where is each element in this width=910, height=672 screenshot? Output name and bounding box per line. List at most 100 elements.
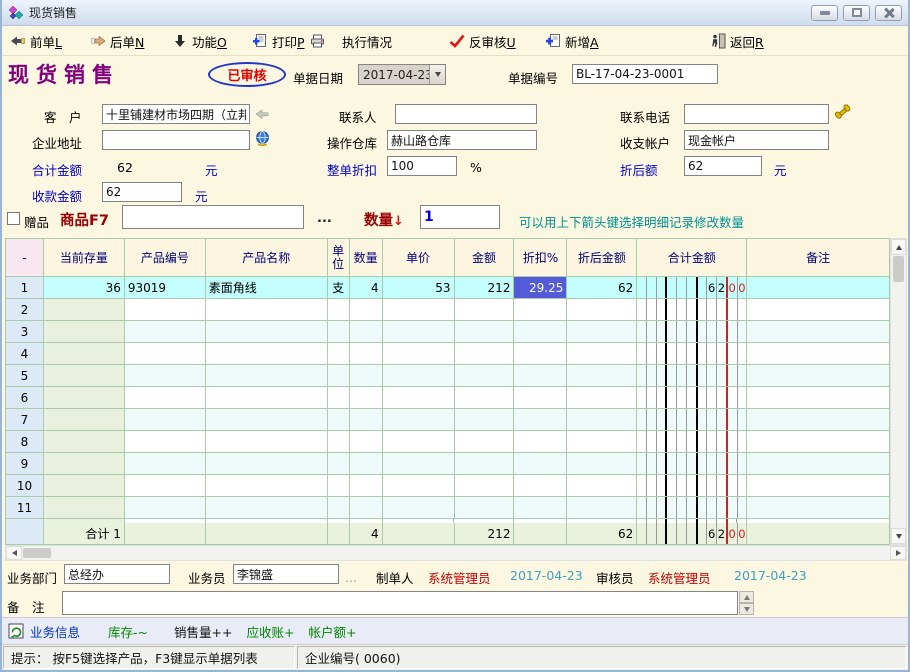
- total-label[interactable]: 合计 1: [44, 523, 125, 545]
- chevron-down-icon[interactable]: [429, 65, 445, 84]
- table-cell[interactable]: [44, 409, 125, 431]
- table-cell[interactable]: [567, 453, 637, 475]
- amount-digit-grid[interactable]: 6200: [637, 523, 747, 545]
- account-input[interactable]: [684, 130, 829, 150]
- table-cell[interactable]: [455, 475, 515, 497]
- execution-status-label[interactable]: 执行情况: [342, 30, 392, 52]
- table-cell[interactable]: [328, 343, 350, 365]
- total-qty[interactable]: 4: [350, 523, 383, 545]
- table-cell[interactable]: [125, 497, 206, 519]
- row-number[interactable]: 11: [6, 497, 44, 519]
- table-cell[interactable]: [350, 299, 383, 321]
- cell-qty[interactable]: 4: [350, 277, 383, 299]
- table-cell[interactable]: [514, 431, 567, 453]
- prev-order-button[interactable]: 前单L: [10, 30, 62, 52]
- table-cell[interactable]: [125, 343, 206, 365]
- row-number[interactable]: 4: [6, 343, 44, 365]
- refresh-icon[interactable]: [8, 623, 24, 639]
- table-cell[interactable]: [747, 365, 890, 387]
- order-discount-input[interactable]: [387, 156, 457, 176]
- table-cell[interactable]: [44, 453, 125, 475]
- table-cell[interactable]: [747, 475, 890, 497]
- table-cell[interactable]: [350, 365, 383, 387]
- table-cell[interactable]: [125, 409, 206, 431]
- amount-digit-grid[interactable]: 6200: [637, 277, 747, 299]
- table-row-selected[interactable]: 13693019素面角线支45321229.25626200: [6, 277, 890, 299]
- scroll-down-icon[interactable]: [891, 528, 906, 544]
- table-cell[interactable]: [206, 387, 328, 409]
- table-cell[interactable]: [350, 343, 383, 365]
- address-input[interactable]: [102, 130, 250, 150]
- table-cell[interactable]: [747, 497, 890, 519]
- table-cell[interactable]: [514, 497, 567, 519]
- table-cell[interactable]: [455, 431, 515, 453]
- scroll-up-icon[interactable]: [891, 239, 906, 255]
- print-button[interactable]: 打印P: [252, 30, 326, 52]
- table-cell[interactable]: [747, 387, 890, 409]
- table-cell[interactable]: [44, 365, 125, 387]
- table-cell[interactable]: [328, 321, 350, 343]
- table-cell[interactable]: [125, 431, 206, 453]
- table-cell[interactable]: [206, 431, 328, 453]
- table-cell[interactable]: [567, 475, 637, 497]
- received-input[interactable]: [102, 182, 182, 202]
- horizontal-scroll-thumb[interactable]: [23, 548, 51, 558]
- table-cell[interactable]: [383, 409, 455, 431]
- table-cell[interactable]: [328, 453, 350, 475]
- table-cell[interactable]: [747, 409, 890, 431]
- table-cell[interactable]: [206, 475, 328, 497]
- row-number[interactable]: [6, 523, 44, 545]
- table-cell[interactable]: [206, 453, 328, 475]
- amount-digit-grid[interactable]: [637, 299, 747, 321]
- cell-unit[interactable]: 支: [328, 277, 350, 299]
- next-order-button[interactable]: 后单N: [90, 30, 144, 52]
- spinner-down-icon[interactable]: [739, 603, 754, 615]
- cell-name[interactable]: 素面角线: [206, 277, 328, 299]
- remark-spinner[interactable]: [739, 591, 754, 615]
- row-number[interactable]: 9: [6, 453, 44, 475]
- table-cell[interactable]: [567, 431, 637, 453]
- table-cell[interactable]: [206, 343, 328, 365]
- row-number[interactable]: 7: [6, 409, 44, 431]
- table-row[interactable]: 7: [6, 409, 890, 431]
- amount-digit-grid[interactable]: [637, 497, 747, 519]
- table-cell[interactable]: [455, 343, 515, 365]
- row-number[interactable]: 1: [6, 277, 44, 299]
- amount-digit-grid[interactable]: [637, 387, 747, 409]
- table-cell[interactable]: [383, 475, 455, 497]
- row-number[interactable]: 8: [6, 431, 44, 453]
- table-cell[interactable]: [747, 343, 890, 365]
- table-cell[interactable]: [350, 453, 383, 475]
- table-cell[interactable]: [125, 523, 206, 545]
- close-button[interactable]: [875, 5, 902, 21]
- table-cell[interactable]: [567, 299, 637, 321]
- table-cell[interactable]: [125, 299, 206, 321]
- table-cell[interactable]: [44, 497, 125, 519]
- table-cell[interactable]: [350, 497, 383, 519]
- table-cell[interactable]: [383, 453, 455, 475]
- table-cell[interactable]: [383, 431, 455, 453]
- amount-digit-grid[interactable]: [637, 475, 747, 497]
- table-cell[interactable]: [747, 431, 890, 453]
- table-row[interactable]: 8: [6, 431, 890, 453]
- table-cell[interactable]: [383, 321, 455, 343]
- cell-discount-selected[interactable]: 29.25: [514, 277, 567, 299]
- table-cell[interactable]: [44, 475, 125, 497]
- table-cell[interactable]: [747, 299, 890, 321]
- doc-date-combobox[interactable]: 2017-04-23: [358, 64, 446, 85]
- table-cell[interactable]: [350, 409, 383, 431]
- table-cell[interactable]: [455, 321, 515, 343]
- table-cell[interactable]: [206, 365, 328, 387]
- table-cell[interactable]: [514, 299, 567, 321]
- table-cell[interactable]: [44, 321, 125, 343]
- row-number[interactable]: 3: [6, 321, 44, 343]
- table-cell[interactable]: [514, 453, 567, 475]
- table-cell[interactable]: [206, 523, 328, 545]
- horizontal-scroll-track[interactable]: [52, 546, 890, 560]
- table-cell[interactable]: [514, 409, 567, 431]
- amount-digit-grid[interactable]: [637, 365, 747, 387]
- table-cell[interactable]: [206, 299, 328, 321]
- table-cell[interactable]: [125, 387, 206, 409]
- amount-digit-grid[interactable]: [637, 321, 747, 343]
- table-cell[interactable]: [383, 523, 455, 545]
